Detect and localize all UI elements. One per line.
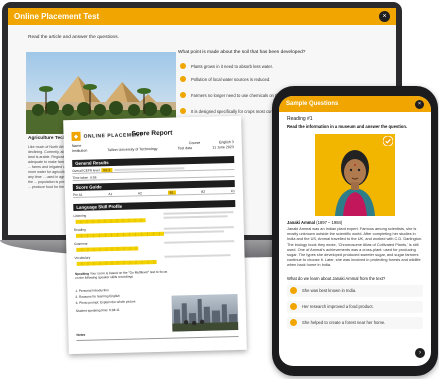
meta-key: Institution (71, 148, 88, 154)
reading-text: Janaki Ammal was an Indian plant expert.… (287, 226, 423, 268)
report-meta: Name Course English 3 Institution Tallinn U… (72, 140, 234, 154)
radio-icon[interactable] (180, 92, 186, 98)
option-label: She was best known in India. (302, 288, 357, 294)
score-report: ◆ ONLINE PLACEMENT Score Report Name Cour… (63, 115, 247, 355)
city-photo (171, 294, 239, 332)
radio-icon[interactable] (180, 108, 186, 114)
level-cell: B2 (201, 189, 206, 194)
meta-value: 11 June 2023 (212, 145, 234, 150)
test-instructions: Read the article and answer the question… (28, 35, 119, 40)
question-text: What point is made about the soil that h… (178, 50, 306, 55)
logo-mark-icon: ◆ (71, 131, 81, 142)
test-title: Online Placement Test (14, 12, 100, 21)
radio-icon[interactable] (290, 303, 297, 311)
notes-text: Notes (76, 332, 86, 337)
speaking-item-text: 3. Photo prompt: Explain the whole pictu… (75, 299, 136, 305)
report-title: Score Report (131, 129, 173, 138)
row-label: Overall CEFR level (72, 167, 100, 173)
radio-icon[interactable] (180, 63, 186, 69)
question-text: What do we learn about Janaki Ammal from… (287, 275, 386, 281)
level-badge: B1.2 (101, 167, 113, 172)
skill-label: Grammar (74, 241, 88, 246)
caption-years: (1897 – 1984) (316, 220, 343, 225)
level-cell: A1 (108, 191, 113, 196)
row-value: 6:06 (90, 174, 97, 180)
radio-icon[interactable] (290, 319, 297, 327)
answer-option[interactable]: She was best known in India. (287, 284, 423, 297)
answer-option[interactable]: Pollution of local water sources is redu… (180, 76, 270, 82)
sample-questions-title: Sample Questions (286, 101, 339, 107)
meta-value: Tallinn University of Technology (107, 146, 158, 153)
reading-number: Reading #1 (287, 116, 313, 122)
caption-name: Janaki Ammal (287, 220, 316, 225)
speaking-block: Speaking Your score is based on the "Go … (75, 270, 171, 281)
phone: Sample Questions × Reading #1 Read the i… (272, 86, 438, 376)
level-cell: A2 (137, 190, 142, 195)
city-skyline-illustration (172, 298, 239, 332)
skill-label: Reading (73, 227, 86, 232)
speaking-time-text: Student speaking time: 0:04:11 (75, 307, 120, 313)
close-icon[interactable]: × (415, 99, 424, 109)
radio-icon[interactable] (290, 287, 297, 295)
promo-composite: Online Placement Test × Read the article… (0, 0, 439, 379)
test-header: Online Placement Test × (8, 8, 396, 25)
next-arrow-icon[interactable]: › (415, 348, 425, 358)
option-label: Pollution of local water sources is redu… (191, 76, 271, 82)
skill-label: Vocabulary (74, 255, 91, 260)
option-label: Plants grown in it need to absorb less w… (191, 63, 273, 69)
sample-questions-header: Sample Questions × (279, 96, 431, 112)
reading-instructions: Read the information in a museum and ans… (287, 124, 408, 129)
answer-option[interactable]: Plants grown in it need to absorb less w… (180, 63, 273, 69)
option-label: She helped to create a forest near her h… (302, 320, 386, 326)
level-cell: B1 (167, 189, 176, 195)
janaki-ammal-portrait (315, 134, 395, 216)
option-label: Her research improved a food product. (302, 304, 374, 310)
portrait-image (315, 134, 395, 216)
skill-bar (76, 259, 157, 266)
skill-label: Listening (73, 213, 87, 218)
skill-bar (75, 218, 146, 224)
speaking-text: Your score is based on the "Go Multileve… (74, 269, 168, 281)
answer-option[interactable]: Her research improved a food product. (287, 300, 423, 313)
meta-key: Test date (177, 146, 193, 151)
close-icon[interactable]: × (379, 11, 390, 22)
speaking-item-text: 1. Personal introduction (75, 288, 109, 293)
phone-screen: Sample Questions × Reading #1 Read the i… (279, 96, 431, 366)
level-cell: C1 (230, 188, 235, 193)
check-badge-icon (383, 136, 393, 146)
radio-icon[interactable] (180, 76, 186, 82)
row-label: Time taken (72, 175, 89, 180)
skill-bar (75, 231, 165, 238)
skill-bar (76, 246, 139, 252)
portrait-caption: Janaki Ammal (1897 – 1984) (287, 220, 423, 225)
answer-option[interactable]: She helped to create a forest near her h… (287, 316, 423, 329)
level-cell: Pre A1 (72, 192, 83, 197)
